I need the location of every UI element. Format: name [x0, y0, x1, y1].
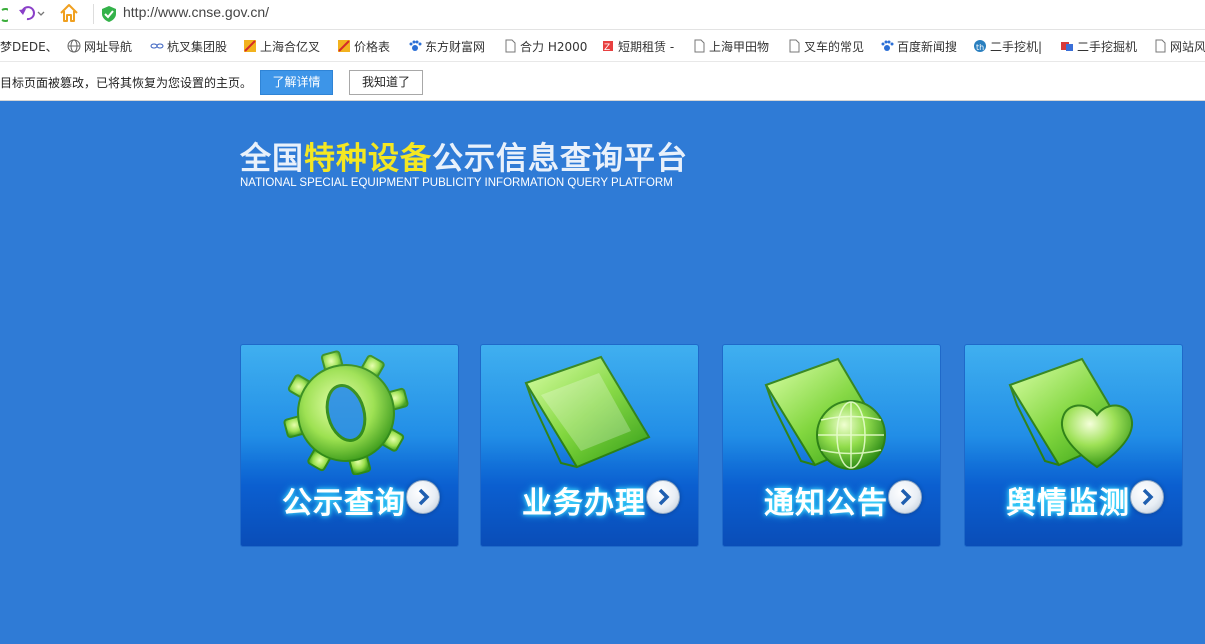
bookmark-label: 短期租赁 -	[618, 39, 675, 54]
bookmarks-bar: 梦DEDE、 网址导航 杭叉集团股 上海合亿叉 价格表 东方财富网 合力 H20…	[0, 30, 1205, 62]
tile-business-handling[interactable]: 业务办理	[480, 344, 699, 547]
tile-publicity-query[interactable]: 公示查询	[240, 344, 459, 547]
globe-icon	[67, 39, 81, 53]
bookmark-label: 上海合亿叉	[260, 39, 321, 54]
undo-icon[interactable]	[18, 5, 48, 23]
bookmark-item[interactable]: 百度新闻搜	[880, 38, 957, 54]
folder-heart-icon	[1008, 357, 1134, 469]
svg-text:Z: Z	[604, 43, 610, 53]
chevron-right-icon	[888, 480, 922, 514]
chevron-right-icon	[1130, 480, 1164, 514]
bookmark-label: 二手挖掘机	[1077, 39, 1138, 54]
bookmark-item[interactable]: 叉车的常见	[787, 38, 864, 54]
folder-icon	[524, 355, 651, 469]
bookmark-item[interactable]: 价格表	[337, 38, 390, 54]
notice-bar: 目标页面被篡改，已将其恢复为您设置的主页。	[0, 62, 1205, 101]
paw-icon	[881, 40, 894, 51]
dismiss-button[interactable]: 我知道了	[349, 70, 423, 95]
refresh-icon[interactable]	[0, 7, 8, 23]
bookmark-label: 合力 H2000	[520, 39, 588, 54]
tile-public-opinion-monitoring[interactable]: 舆情监测	[964, 344, 1183, 547]
address-bar: http://www.cnse.gov.cn/	[0, 0, 1205, 30]
bookmark-label: 杭叉集团股	[167, 39, 228, 54]
secure-shield-icon	[102, 6, 116, 22]
chevron-right-icon	[406, 480, 440, 514]
bookmark-item[interactable]: 网址导航	[67, 38, 132, 54]
chevron-right-icon	[646, 480, 680, 514]
page-content: 全国特种设备公示信息查询平台 NATIONAL SPECIAL EQUIPMEN…	[0, 101, 1205, 644]
site-subtitle: NATIONAL SPECIAL EQUIPMENT PUBLICITY INF…	[240, 177, 673, 189]
tile-label: 通知公告	[764, 486, 888, 521]
link-icon	[150, 43, 164, 49]
bookmark-label: 价格表	[354, 39, 391, 54]
site-icon	[338, 40, 350, 52]
bookmark-label: 梦DEDE、	[0, 39, 58, 54]
bookmark-item[interactable]: 网站风	[1153, 38, 1205, 54]
title-highlight: 特种设备	[304, 141, 432, 177]
site-icon: th	[974, 40, 986, 52]
bookmark-item[interactable]: 合力 H2000	[503, 38, 587, 54]
svg-text:th: th	[976, 43, 984, 52]
bookmark-item[interactable]: Z 短期租赁 -	[601, 38, 674, 54]
paw-icon	[409, 40, 422, 51]
bookmark-item[interactable]: 东方财富网	[408, 38, 485, 54]
bookmark-item[interactable]: 杭叉集团股	[150, 38, 227, 54]
tile-label: 公示查询	[282, 486, 406, 521]
folder-globe-icon	[764, 357, 886, 470]
bookmark-item[interactable]: th 二手挖机|	[973, 38, 1042, 54]
gear-icon	[283, 350, 409, 475]
bookmark-item[interactable]: 上海甲田物	[692, 38, 769, 54]
title-part: 全国	[240, 141, 304, 177]
bookmark-label: 网址导航	[84, 39, 133, 54]
title-part: 公示信息查询平台	[432, 141, 688, 177]
site-icon	[244, 40, 256, 52]
page-icon	[694, 39, 705, 53]
bookmark-item[interactable]: 上海合亿叉	[243, 38, 320, 54]
bookmark-label: 网站风	[1170, 39, 1205, 54]
learn-more-button[interactable]: 了解详情	[260, 70, 333, 95]
tile-notice-announcement[interactable]: 通知公告	[722, 344, 941, 547]
bookmark-label: 上海甲田物	[709, 39, 770, 54]
toolbar-separator	[93, 4, 94, 24]
page-icon	[505, 39, 516, 53]
tile-label: 业务办理	[522, 486, 646, 521]
url-field[interactable]: http://www.cnse.gov.cn/	[123, 4, 269, 20]
tile-label: 舆情监测	[1006, 486, 1130, 521]
bookmark-item[interactable]: 梦DEDE、	[0, 38, 58, 54]
page-icon	[789, 39, 800, 53]
site-icon	[1061, 42, 1073, 51]
bookmark-label: 百度新闻搜	[897, 39, 958, 54]
page-icon	[1155, 39, 1166, 53]
site-icon: Z	[603, 41, 613, 53]
bookmark-label: 东方财富网	[425, 39, 486, 54]
bookmark-item[interactable]: 二手挖掘机	[1060, 38, 1137, 54]
notice-message: 目标页面被篡改，已将其恢复为您设置的主页。	[0, 76, 253, 90]
home-icon[interactable]	[59, 3, 79, 23]
bookmark-label: 二手挖机|	[990, 39, 1043, 54]
bookmark-label: 叉车的常见	[804, 39, 865, 54]
site-title: 全国特种设备公示信息查询平台	[240, 133, 688, 178]
